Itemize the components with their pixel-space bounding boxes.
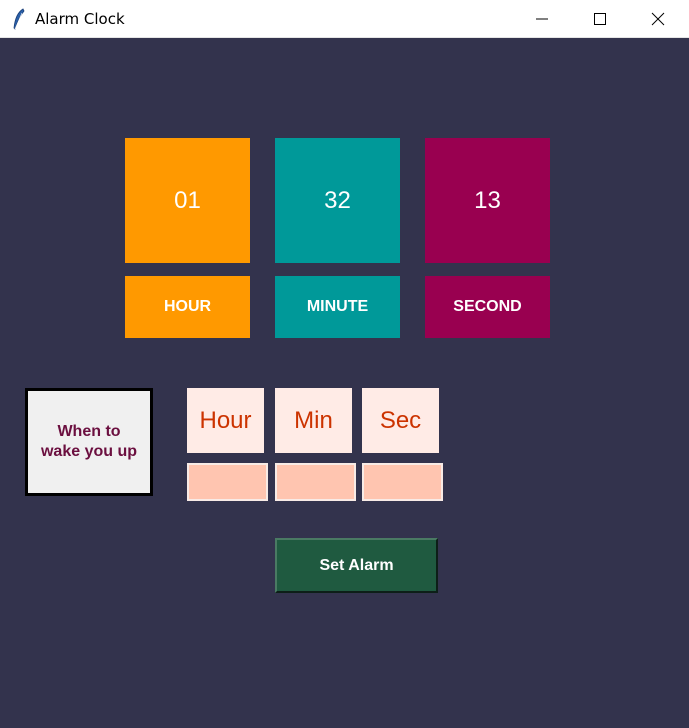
second-display: 13 bbox=[425, 138, 550, 263]
alarm-minute-input[interactable] bbox=[275, 463, 356, 501]
alarm-minute-label: Min bbox=[275, 388, 352, 453]
app-window-body: 01 32 13 HOUR MINUTE SECOND When to wake… bbox=[0, 38, 689, 728]
minute-display: 32 bbox=[275, 138, 400, 263]
alarm-second-label: Sec bbox=[362, 388, 439, 453]
minimize-button[interactable] bbox=[513, 0, 571, 38]
alarm-second-input[interactable] bbox=[362, 463, 443, 501]
hour-label: HOUR bbox=[125, 276, 250, 338]
minute-label: MINUTE bbox=[275, 276, 400, 338]
title-bar: Alarm Clock bbox=[0, 0, 689, 38]
feather-icon bbox=[13, 8, 25, 30]
wake-up-prompt-line2: wake you up bbox=[40, 443, 138, 460]
minimize-icon bbox=[536, 18, 548, 20]
close-icon bbox=[651, 12, 665, 26]
alarm-hour-label: Hour bbox=[187, 388, 264, 453]
maximize-button[interactable] bbox=[571, 0, 629, 38]
maximize-icon bbox=[594, 13, 606, 25]
set-alarm-button[interactable]: Set Alarm bbox=[275, 538, 438, 593]
window-title: Alarm Clock bbox=[35, 10, 125, 28]
second-label: SECOND bbox=[425, 276, 550, 338]
hour-display: 01 bbox=[125, 138, 250, 263]
alarm-hour-input[interactable] bbox=[187, 463, 268, 501]
close-button[interactable] bbox=[629, 0, 687, 38]
wake-up-prompt: When to wake you up bbox=[25, 388, 153, 496]
wake-up-prompt-line1: When to bbox=[57, 423, 121, 440]
